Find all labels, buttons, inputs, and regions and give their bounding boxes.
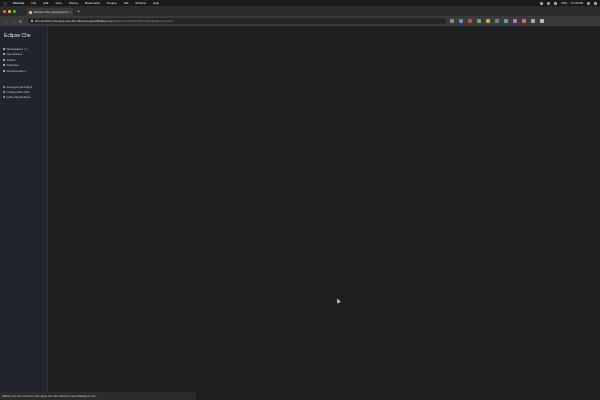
window-controls [3, 9, 18, 13]
maximize-window-icon[interactable] [13, 9, 16, 13]
che-brand-logo[interactable]: Eclipse Che [4, 33, 31, 39]
ide-content-area[interactable] [48, 26, 600, 392]
battery-percent[interactable]: 76% [561, 1, 567, 5]
extension-icon[interactable] [468, 19, 472, 23]
menu-edit[interactable]: Edit [43, 1, 48, 5]
tab-title: Eclipse Che | javacypmyfa... [34, 10, 69, 14]
menu-help[interactable]: Help [153, 1, 159, 5]
profile-avatar[interactable] [531, 19, 535, 23]
extension-icon[interactable] [459, 19, 463, 23]
extension-icon[interactable] [513, 19, 517, 23]
recent-workspace-label: python3ypdmfhea [6, 94, 31, 99]
browser-status-bar: Waiting for che-tomfrom-che.apps.che-dev… [0, 392, 196, 400]
menu-chrome[interactable]: Chrome [13, 1, 24, 5]
new-tab-button[interactable]: + [77, 9, 80, 15]
workspace-status-icon [3, 85, 5, 88]
tab-close-icon[interactable]: × [69, 10, 71, 14]
menu-view[interactable]: View [55, 1, 61, 5]
factories-icon [3, 64, 5, 67]
extension-icon[interactable] [477, 19, 481, 23]
sidebar-item-label: Factories [6, 63, 19, 68]
extension-icon[interactable] [504, 19, 508, 23]
get-started-icon [3, 53, 5, 56]
che-favicon-icon [29, 10, 32, 14]
stacks-icon [3, 58, 5, 61]
kebab-menu-icon[interactable] [540, 19, 544, 23]
volume-icon[interactable] [554, 1, 558, 5]
che-sidebar: Eclipse Che Workspaces (1) Get Started S… [0, 26, 48, 392]
menu-people[interactable]: People [107, 1, 116, 5]
workspaces-icon [3, 47, 5, 50]
sidebar-item-label: Workspaces [6, 46, 23, 51]
recent-workspace-label: javacypmyfa-hq6ya [6, 84, 33, 89]
apple-icon[interactable]:  [4, 1, 7, 6]
mouse-cursor-icon [335, 297, 341, 304]
recent-workspace-label: nodejs-q3tsf-nhfa [6, 89, 30, 94]
menu-history[interactable]: History [69, 1, 78, 5]
extension-icon[interactable] [495, 19, 499, 23]
reload-button[interactable]: ↻ [17, 19, 24, 24]
wifi-icon[interactable] [547, 1, 551, 5]
url-host: che-tomfrom-che.apps.che-dev.x6e0.p1.ope… [35, 19, 114, 23]
dropbox-icon[interactable] [540, 1, 544, 5]
forward-button[interactable]: → [10, 19, 17, 24]
menu-tab[interactable]: Tab [124, 1, 129, 5]
extension-toolbar [450, 19, 549, 23]
sidebar-item-label: Administration [6, 68, 26, 73]
menu-bar-clock[interactable]: Fri 09:58 [571, 1, 583, 5]
sidebar-item-label: Stacks [6, 57, 16, 62]
main-bottom-edge [196, 392, 600, 400]
browser-toolbar: ← → ↻ che-tomfrom-che.apps.che-dev.x6e0.… [0, 16, 600, 26]
extension-icon[interactable] [486, 19, 490, 23]
browser-tab-strip: Eclipse Che | javacypmyfa... × + [0, 6, 600, 16]
recent-workspace-item[interactable]: python3ypdmfhea [3, 94, 47, 99]
url-path: /dashboard/#/ide/dslfmnsljdkfja/javacypm… [113, 19, 173, 23]
close-window-icon[interactable] [3, 9, 6, 13]
browser-tab-active[interactable]: Eclipse Che | javacypmyfa... × [27, 8, 73, 16]
sidebar-item-administration[interactable]: Administration [3, 68, 47, 74]
sidebar-nav: Workspaces (1) Get Started Stacks Factor… [3, 46, 47, 74]
menu-file[interactable]: File [31, 1, 36, 5]
address-bar[interactable]: che-tomfrom-che.apps.che-dev.x6e0.p1.ope… [28, 18, 446, 24]
sidebar-item-label: Get Started [6, 52, 22, 57]
workspace-status-icon [3, 90, 5, 93]
minimize-window-icon[interactable] [8, 9, 11, 13]
workspace-status-icon [3, 95, 5, 98]
administration-icon [3, 69, 5, 72]
menu-window[interactable]: Window [135, 1, 146, 5]
workspace-count: (1) [23, 46, 28, 51]
lock-icon[interactable] [31, 20, 33, 22]
bookmark-star-icon[interactable] [450, 19, 454, 23]
recent-workspaces: javacypmyfa-hq6ya nodejs-q3tsf-nhfa pyth… [3, 84, 47, 99]
menu-bookmarks[interactable]: Bookmarks [85, 1, 100, 5]
extension-icon[interactable] [522, 19, 526, 23]
back-button[interactable]: ← [3, 19, 10, 24]
search-icon[interactable] [587, 1, 590, 5]
url-text: che-tomfrom-che.apps.che-dev.x6e0.p1.ope… [35, 19, 173, 23]
notification-center-icon[interactable] [594, 1, 597, 5]
loading-status-text: Waiting for che-tomfrom-che.apps.che-dev… [2, 394, 99, 398]
